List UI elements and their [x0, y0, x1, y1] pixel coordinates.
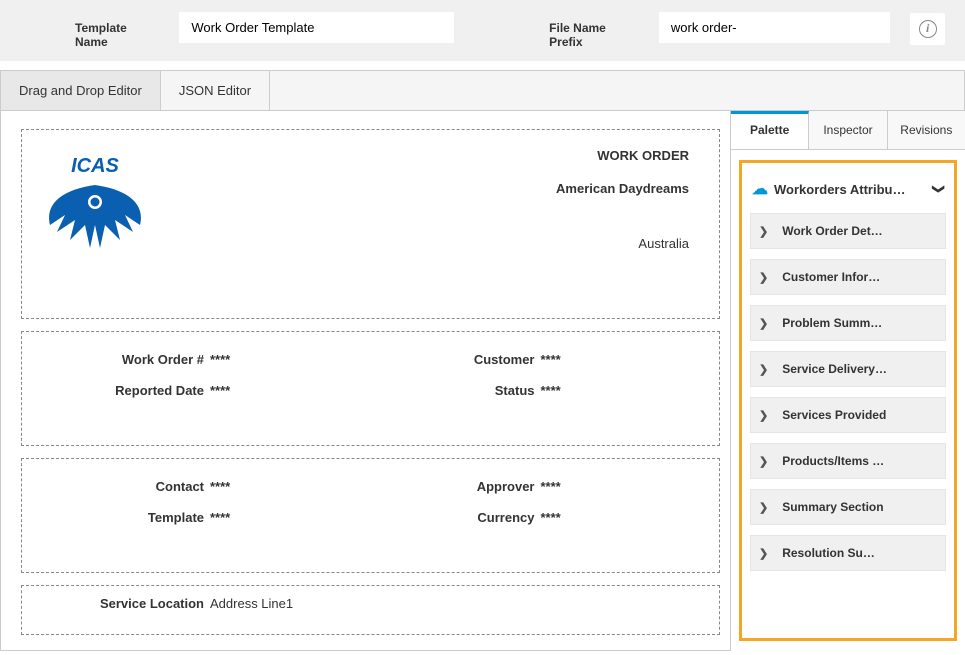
top-bar: Template Name File Name Prefix i: [0, 0, 965, 62]
cloud-icon: ☁: [752, 179, 768, 199]
fields2-right: Approver **** Currency ****: [371, 471, 702, 560]
field-approver: Approver ****: [371, 479, 702, 494]
doc-title: WORK ORDER: [556, 148, 689, 163]
palette-item-summary-section[interactable]: ❯Summary Section: [750, 489, 946, 525]
field-work-order-num: Work Order # ****: [40, 352, 371, 367]
file-prefix-input[interactable]: [659, 12, 891, 43]
palette-panel: ☁ Workorders Attribu… ❯ ❯Work Order Det……: [739, 160, 957, 641]
palette-item-services-provided[interactable]: ❯Services Provided: [750, 397, 946, 433]
chevron-right-icon: ❯: [759, 271, 768, 284]
fields1-right: Customer **** Status ****: [371, 344, 702, 433]
editor-tabs: Drag and Drop Editor JSON Editor: [0, 70, 965, 111]
palette-item-resolution-summary[interactable]: ❯Resolution Su…: [750, 535, 946, 571]
tab-json-editor[interactable]: JSON Editor: [161, 71, 270, 110]
field-template: Template ****: [40, 510, 371, 525]
palette-item-work-order-details[interactable]: ❯Work Order Det…: [750, 213, 946, 249]
header-section[interactable]: ICAS WORK ORDER American Daydreams Austr…: [21, 129, 720, 319]
sidebar-tabs: Palette Inspector Revisions: [731, 111, 965, 150]
palette-group-title: Workorders Attribu…: [774, 182, 905, 197]
main-area: ICAS WORK ORDER American Daydreams Austr…: [0, 111, 965, 651]
tab-revisions[interactable]: Revisions: [888, 111, 965, 149]
country: Australia: [556, 236, 689, 251]
palette-item-problem-summary[interactable]: ❯Problem Summ…: [750, 305, 946, 341]
info-icon[interactable]: i: [910, 13, 945, 45]
chevron-right-icon: ❯: [759, 547, 768, 560]
palette-item-customer-info[interactable]: ❯Customer Infor…: [750, 259, 946, 295]
fields1-left: Work Order # **** Reported Date ****: [40, 344, 371, 433]
chevron-right-icon: ❯: [759, 501, 768, 514]
field-contact: Contact ****: [40, 479, 371, 494]
service-location-label: Service Location: [40, 596, 210, 611]
chevron-right-icon: ❯: [759, 225, 768, 238]
palette-item-service-delivery[interactable]: ❯Service Delivery…: [750, 351, 946, 387]
tab-palette[interactable]: Palette: [731, 111, 809, 149]
field-status: Status ****: [371, 383, 702, 398]
company-name: American Daydreams: [556, 181, 689, 196]
chevron-down-icon: ❯: [932, 184, 946, 194]
fields2-left: Contact **** Template ****: [40, 471, 371, 560]
tab-inspector[interactable]: Inspector: [809, 111, 887, 149]
fields-section-2[interactable]: Contact **** Template **** Approver ****…: [21, 458, 720, 573]
field-customer: Customer ****: [371, 352, 702, 367]
template-name-input[interactable]: [179, 12, 454, 43]
header-right: WORK ORDER American Daydreams Australia: [556, 148, 689, 251]
chevron-right-icon: ❯: [759, 455, 768, 468]
canvas[interactable]: ICAS WORK ORDER American Daydreams Austr…: [0, 111, 730, 651]
location-section[interactable]: Service Location Address Line1: [21, 585, 720, 635]
svg-text:ICAS: ICAS: [71, 155, 119, 177]
file-prefix-label: File Name Prefix: [549, 21, 639, 49]
palette-group-header[interactable]: ☁ Workorders Attribu… ❯: [750, 173, 946, 213]
fields-section-1[interactable]: Work Order # **** Reported Date **** Cus…: [21, 331, 720, 446]
sidebar: Palette Inspector Revisions ☁ Workorders…: [730, 111, 965, 651]
palette-item-products-items[interactable]: ❯Products/Items …: [750, 443, 946, 479]
template-name-label: Template Name: [75, 21, 159, 49]
field-currency: Currency ****: [371, 510, 702, 525]
chevron-right-icon: ❯: [759, 363, 768, 376]
tab-drag-drop-editor[interactable]: Drag and Drop Editor: [1, 71, 161, 110]
service-location-value: Address Line1: [210, 596, 293, 611]
field-reported-date: Reported Date ****: [40, 383, 371, 398]
chevron-right-icon: ❯: [759, 317, 768, 330]
chevron-right-icon: ❯: [759, 409, 768, 422]
